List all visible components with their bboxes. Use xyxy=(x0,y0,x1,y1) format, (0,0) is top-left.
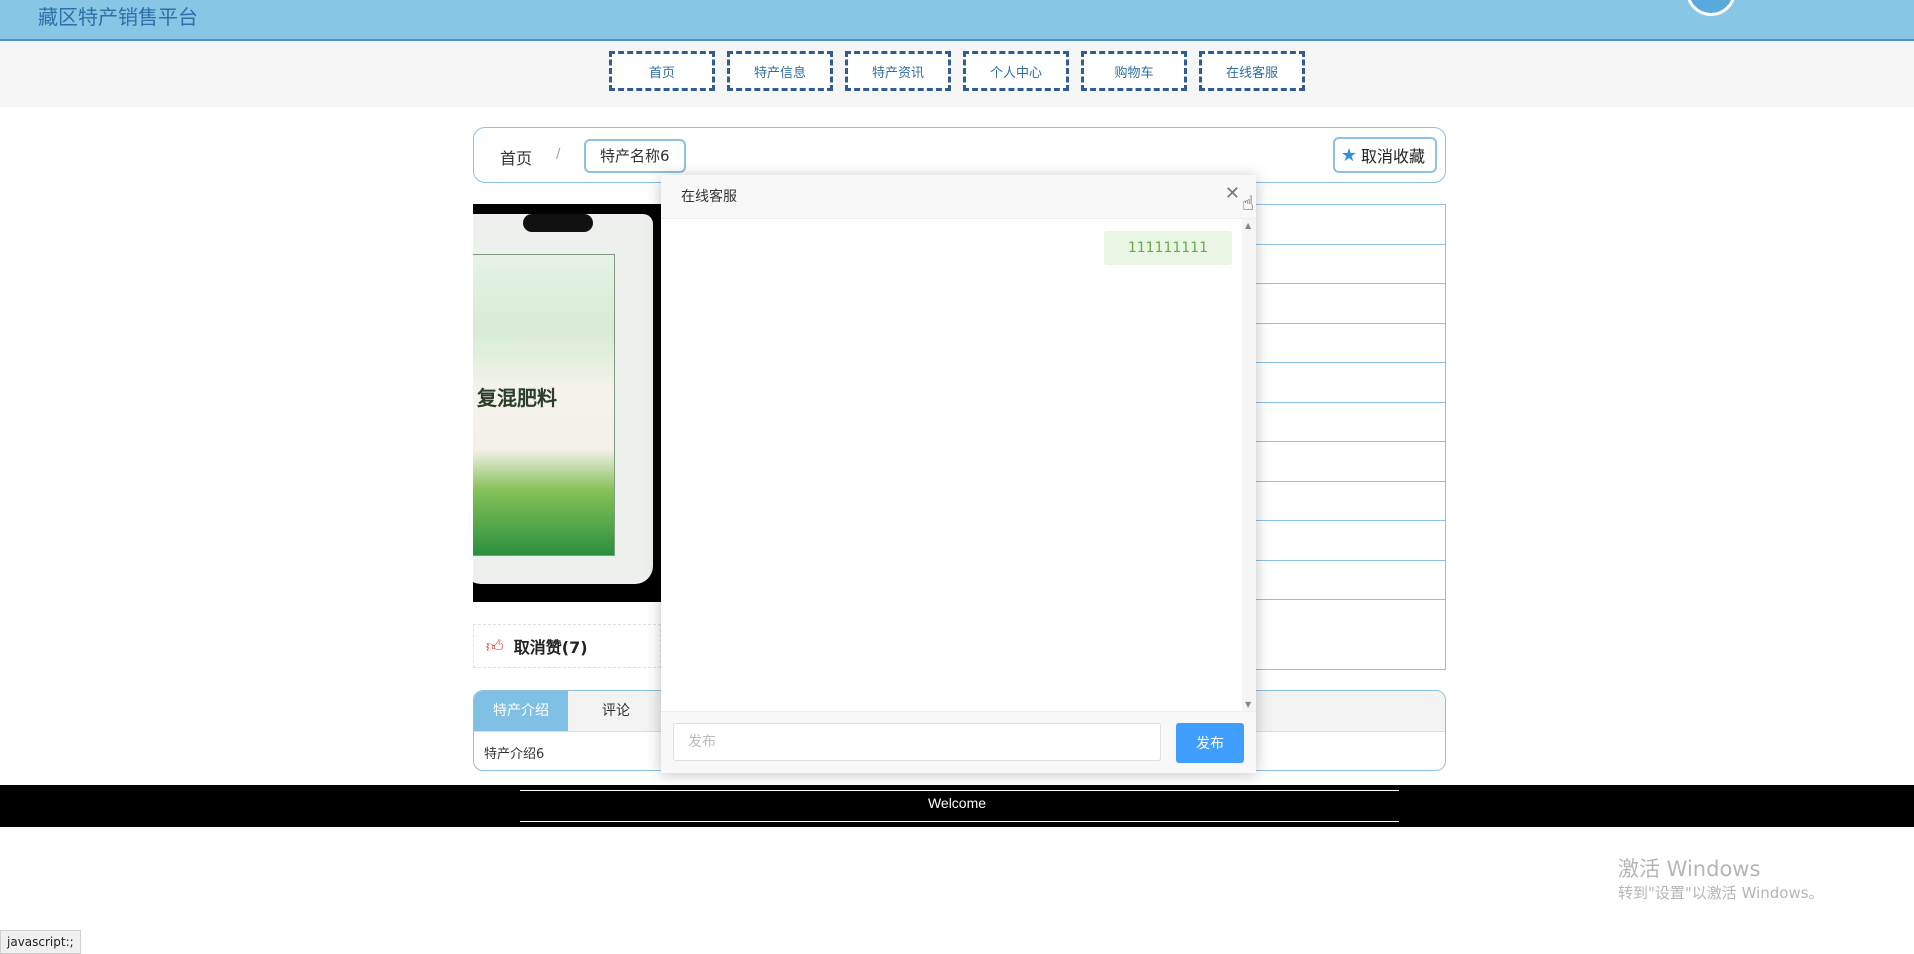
windows-activation-hint: 转到"设置"以激活 Windows。 xyxy=(1618,884,1824,902)
info-row xyxy=(1256,205,1445,245)
site-title: 藏区特产销售平台 xyxy=(38,5,198,29)
info-row xyxy=(1256,482,1445,521)
main-nav: 首页 特产信息 特产资讯 个人中心 购物车 在线客服 xyxy=(0,41,1914,107)
tab-content: 特产介绍6 xyxy=(484,747,545,762)
top-header: 藏区特产销售平台 xyxy=(0,0,1914,41)
tab-comments[interactable]: 评论 xyxy=(584,691,648,731)
bag-text: 复混肥料 xyxy=(477,386,557,410)
info-row xyxy=(1256,363,1445,403)
unfavorite-label: 取消收藏 xyxy=(1360,147,1425,166)
chat-message-area[interactable]: 111111111 xyxy=(661,219,1242,711)
footer-divider xyxy=(520,821,1399,822)
footer-divider xyxy=(520,790,1399,791)
footer-text: Welcome xyxy=(927,795,987,811)
chat-dialog-title: 在线客服 xyxy=(681,189,737,205)
send-button[interactable]: 发布 xyxy=(1176,723,1244,763)
info-row xyxy=(1256,403,1445,442)
product-info-table xyxy=(1255,204,1446,670)
browser-status-bar: javascript:; xyxy=(0,930,81,954)
chat-dialog-header: 在线客服 ✕ ☝ xyxy=(661,175,1256,219)
scroll-up-icon[interactable]: ▲ xyxy=(1245,221,1251,230)
info-row xyxy=(1256,521,1445,561)
nav-item-home[interactable]: 首页 xyxy=(609,51,715,91)
nav-item-service[interactable]: 在线客服 xyxy=(1199,51,1305,91)
chat-dialog: 在线客服 ✕ ☝ 111111111 ▲ ▼ 发布 xyxy=(661,175,1256,773)
scroll-down-icon[interactable]: ▼ xyxy=(1245,700,1251,709)
info-row xyxy=(1256,245,1445,284)
nav-item-cart[interactable]: 购物车 xyxy=(1081,51,1187,91)
hand-cursor-icon: ☝ xyxy=(1241,191,1254,215)
info-row xyxy=(1256,284,1445,324)
like-button[interactable]: 👍︎ 取消赞(7) xyxy=(473,624,661,668)
nav-item-products[interactable]: 特产信息 xyxy=(727,51,833,91)
bag-handle xyxy=(523,214,593,232)
product-image: 复混肥料 xyxy=(473,204,661,602)
info-row xyxy=(1256,561,1445,600)
like-label: 取消赞(7) xyxy=(513,638,588,657)
fertilizer-bag-illustration: 复混肥料 xyxy=(473,214,653,584)
unfavorite-button[interactable]: ★ 取消收藏 xyxy=(1332,137,1437,173)
footer: Welcome xyxy=(0,785,1914,827)
chat-message-bubble: 111111111 xyxy=(1103,231,1232,265)
info-row xyxy=(1256,442,1445,482)
star-icon: ★ xyxy=(1340,144,1357,166)
windows-activation-title: 激活 Windows xyxy=(1618,857,1761,881)
thumbs-up-icon: 👍︎ xyxy=(486,636,504,657)
avatar[interactable] xyxy=(1686,0,1736,16)
chat-scrollbar[interactable]: ▲ ▼ xyxy=(1242,219,1256,711)
chat-input-bar: 发布 xyxy=(661,711,1256,773)
nav-item-profile[interactable]: 个人中心 xyxy=(963,51,1069,91)
tab-introduction[interactable]: 特产介绍 xyxy=(474,691,568,731)
breadcrumb-current: 特产名称6 xyxy=(584,139,686,173)
close-icon[interactable]: ✕ xyxy=(1225,183,1240,204)
nav-item-news[interactable]: 特产资讯 xyxy=(845,51,951,91)
breadcrumb-separator: / xyxy=(556,147,561,162)
breadcrumb-home[interactable]: 首页 xyxy=(500,145,532,169)
info-row xyxy=(1256,324,1445,363)
chat-input[interactable] xyxy=(673,723,1161,761)
